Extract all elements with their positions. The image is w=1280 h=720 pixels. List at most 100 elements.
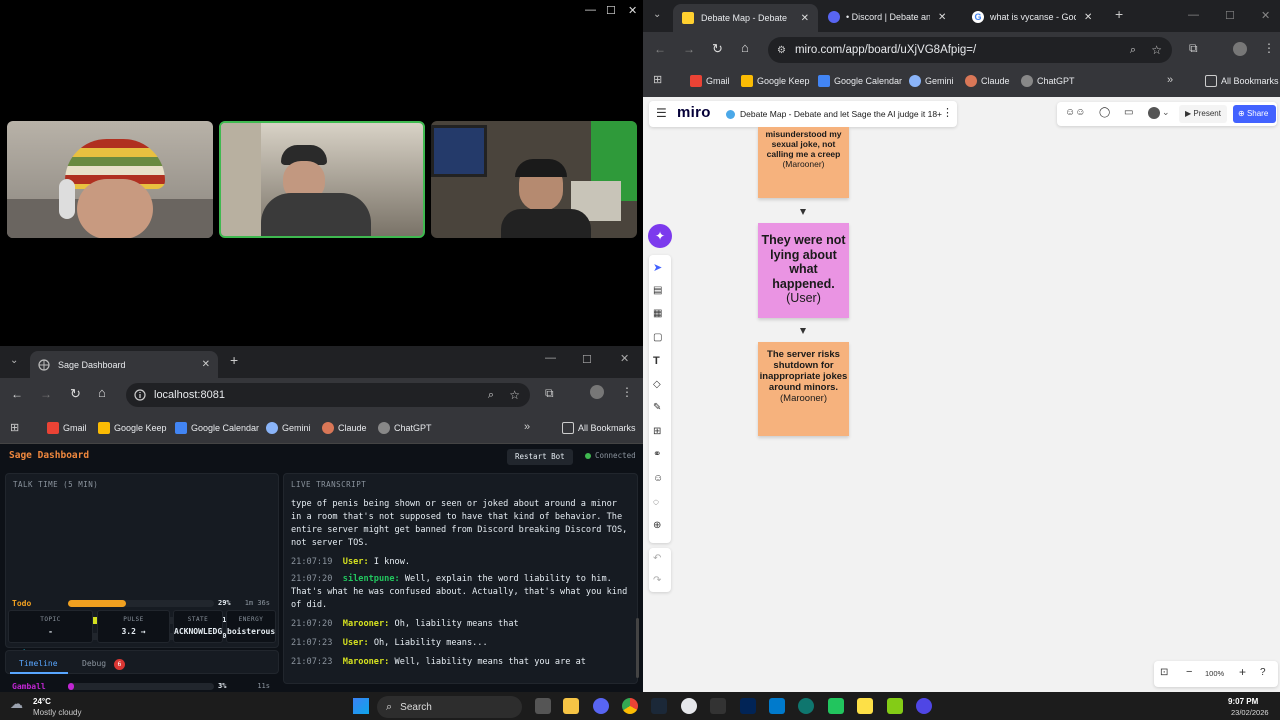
notes-icon[interactable] — [857, 698, 873, 714]
apps-grid-icon[interactable]: ⊞ — [653, 73, 662, 86]
zoom-level[interactable]: 100% — [1205, 669, 1224, 678]
zoom-out-button[interactable]: − — [1186, 666, 1192, 678]
apps-grid-icon[interactable]: ⊞ — [10, 421, 19, 434]
select-tool-icon[interactable]: ➤ — [653, 261, 667, 275]
new-tab-icon[interactable]: + — [230, 352, 238, 368]
hamburger-menu-icon[interactable]: ☰ — [656, 106, 667, 120]
miro-logo[interactable]: miro — [677, 104, 711, 121]
video-call-icon[interactable]: ▭ — [1124, 107, 1133, 118]
windows-start-icon[interactable] — [353, 698, 369, 714]
close-tab-icon[interactable]: ✕ — [938, 12, 946, 23]
help-icon[interactable]: ? — [1260, 667, 1266, 678]
frame-tool-icon[interactable]: ⊞ — [653, 426, 667, 440]
bookmark-gmail[interactable]: Gmail — [690, 75, 730, 87]
bookmark-gemini[interactable]: Gemini — [909, 75, 954, 87]
more-bookmarks-icon[interactable]: » — [1167, 74, 1173, 86]
bookmark-google-keep[interactable]: Google Keep — [741, 75, 810, 87]
address-bar[interactable]: ⚙ miro.com/app/board/uXjVG8Afpig=/ ⌕ ☆ — [768, 37, 1172, 63]
chevron-down-icon[interactable]: ⌄ — [1162, 107, 1170, 118]
video-tile-3[interactable] — [431, 121, 637, 238]
app-icon-3[interactable] — [828, 698, 844, 714]
video-tile-1[interactable] — [7, 121, 213, 238]
terminal-icon[interactable] — [710, 698, 726, 714]
sticky-note-marooner-2[interactable]: The server risks shutdown for inappropri… — [758, 342, 849, 436]
maximize-button[interactable]: ☐ — [1225, 9, 1235, 22]
bookmark-gemini[interactable]: Gemini — [266, 422, 311, 434]
minimize-button[interactable]: — — [1188, 9, 1199, 21]
present-button[interactable]: ▶ Present — [1179, 105, 1227, 123]
bookmark-google-calendar[interactable]: Google Calendar — [175, 422, 259, 434]
site-settings-icon[interactable]: ⚙ — [777, 45, 786, 56]
app-icon-4[interactable] — [887, 698, 903, 714]
vscode-icon[interactable] — [769, 698, 785, 714]
restart-bot-button[interactable]: Restart Bot — [507, 449, 573, 465]
forward-icon[interactable]: → — [40, 387, 52, 401]
zoom-in-button[interactable]: + — [1239, 665, 1246, 679]
reload-icon[interactable]: ↻ — [712, 41, 723, 57]
share-button[interactable]: ⊕ Share — [1233, 105, 1276, 123]
bookmark-google-calendar[interactable]: Google Calendar — [818, 75, 902, 87]
tab-search-chevron-icon[interactable]: ⌄ — [10, 355, 18, 366]
chrome-icon[interactable] — [622, 698, 638, 714]
close-window-button[interactable]: ✕ — [620, 352, 629, 365]
close-tab-icon[interactable]: ✕ — [801, 13, 809, 24]
app-icon[interactable] — [681, 698, 697, 714]
reload-icon[interactable]: ↻ — [70, 386, 81, 402]
home-icon[interactable]: ⌂ — [98, 385, 106, 400]
board-menu-kebab-icon[interactable]: ⋮ — [942, 106, 953, 119]
taskbar-search[interactable]: ⌕ Search — [377, 696, 522, 718]
bookmark-gmail[interactable]: Gmail — [47, 422, 87, 434]
extensions-icon[interactable]: ⧉ — [545, 386, 554, 401]
new-tab-icon[interactable]: + — [1115, 6, 1123, 22]
more-tools-icon[interactable]: ⊕ — [653, 520, 667, 534]
tab-discord[interactable]: • Discord | Debate and l ✕ — [828, 11, 946, 23]
app-icon-2[interactable] — [798, 698, 814, 714]
comment-tool-icon[interactable]: ◌ — [653, 497, 667, 511]
app-icon-5[interactable] — [916, 698, 932, 714]
comments-icon[interactable]: ◯ — [1099, 107, 1110, 118]
back-icon[interactable]: ← — [654, 42, 666, 56]
minimize-button[interactable]: — — [545, 352, 556, 364]
close-tab-icon[interactable]: ✕ — [202, 359, 210, 370]
tab-google-search[interactable]: G what is vycanse - Googl ✕ — [972, 11, 1092, 23]
zoom-icon[interactable]: ⌕ — [488, 389, 494, 402]
info-icon[interactable] — [134, 389, 146, 401]
bookmark-claude[interactable]: Claude — [965, 75, 1010, 87]
extensions-icon[interactable]: ⧉ — [1189, 41, 1198, 56]
powershell-icon[interactable] — [740, 698, 756, 714]
zoom-icon[interactable]: ⌕ — [1130, 44, 1136, 57]
transcript-scrollbar[interactable] — [636, 618, 639, 678]
close-button[interactable]: ✕ — [628, 4, 637, 17]
video-tile-2-active-speaker[interactable] — [219, 121, 425, 238]
sticky-note-marooner-1[interactable]: misunderstood my sexual joke, not callin… — [758, 127, 849, 198]
close-window-button[interactable]: ✕ — [1261, 9, 1270, 22]
emoji-tool-icon[interactable]: ☺ — [653, 473, 667, 487]
shapes-tool-icon[interactable]: ◇ — [653, 379, 667, 393]
profile-avatar[interactable] — [590, 385, 604, 399]
text-tool-icon[interactable]: T — [653, 355, 667, 369]
tab-timeline[interactable]: Timeline — [19, 659, 58, 668]
bookmark-google-keep[interactable]: Google Keep — [98, 422, 167, 434]
file-explorer-icon[interactable] — [563, 698, 579, 714]
templates-tool-icon[interactable]: ▤ — [653, 285, 667, 299]
discord-app-icon[interactable] — [593, 698, 609, 714]
bookmark-star-icon[interactable]: ☆ — [509, 388, 520, 402]
address-bar[interactable]: localhost:8081 ⌕ ☆ — [126, 383, 530, 407]
tab-debug[interactable]: Debug — [82, 659, 106, 668]
all-bookmarks[interactable]: All Bookmarks — [562, 422, 636, 434]
menu-kebab-icon[interactable]: ⋮ — [1263, 41, 1275, 55]
all-bookmarks[interactable]: All Bookmarks — [1205, 75, 1279, 87]
task-view-icon[interactable] — [535, 698, 551, 714]
undo-icon[interactable]: ↶ — [653, 553, 667, 567]
back-icon[interactable]: ← — [11, 387, 23, 401]
fit-screen-icon[interactable]: ⊡ — [1160, 667, 1168, 678]
close-tab-icon[interactable]: ✕ — [1084, 12, 1092, 23]
redo-icon[interactable]: ↷ — [653, 575, 667, 589]
maximize-button[interactable]: ☐ — [582, 353, 592, 366]
maximize-button[interactable]: ☐ — [606, 4, 616, 17]
connector-tool-icon[interactable]: ⚭ — [653, 449, 667, 463]
bookmark-star-icon[interactable]: ☆ — [1151, 43, 1162, 57]
sticky-note-user[interactable]: They were not lying about what happened.… — [758, 223, 849, 318]
frame-layout-icon[interactable]: ▦ — [653, 308, 667, 322]
board-title[interactable]: Debate Map - Debate and let Sage the AI … — [740, 109, 942, 119]
